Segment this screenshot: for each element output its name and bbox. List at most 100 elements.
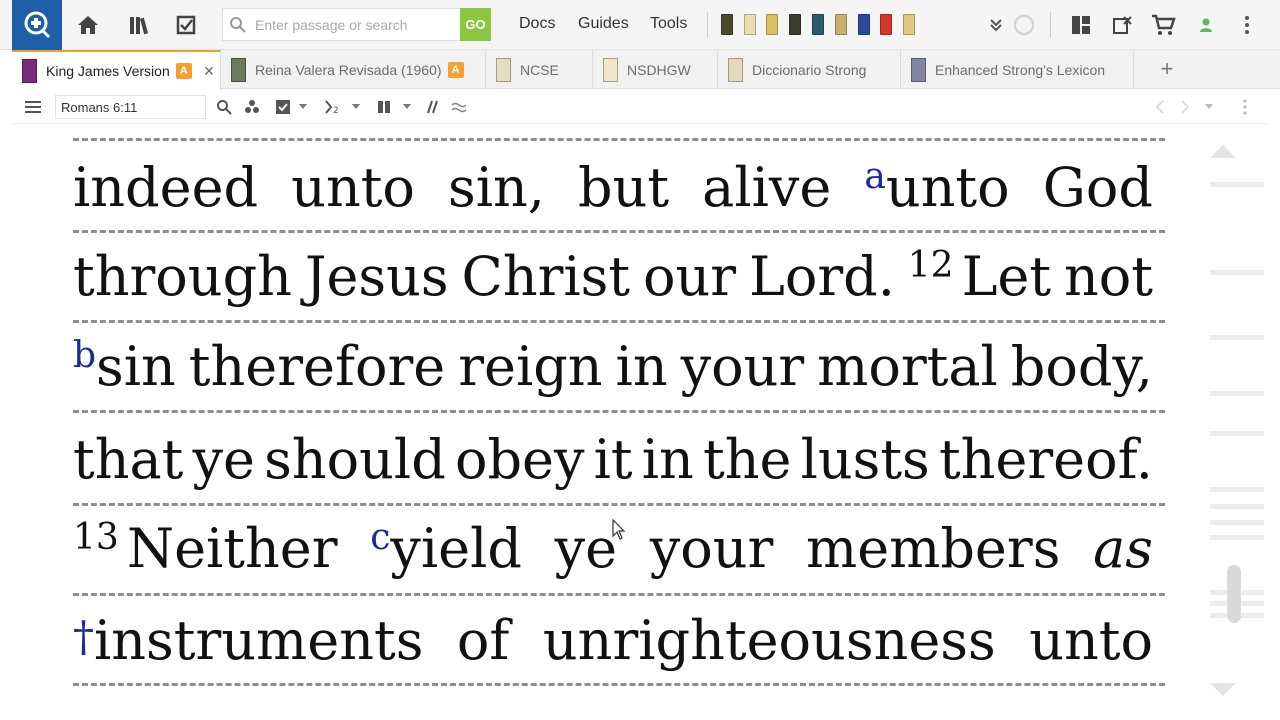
tab-nsdhgw[interactable]: NSDHGW xyxy=(593,50,718,89)
home-icon[interactable] xyxy=(75,12,101,38)
chevron-double-down-icon[interactable] xyxy=(983,12,1009,38)
pinned-book[interactable] xyxy=(812,14,824,35)
word[interactable]: of xyxy=(457,606,510,676)
word[interactable]: the xyxy=(703,425,791,495)
word[interactable]: our xyxy=(643,242,736,312)
close-panels-icon[interactable] xyxy=(1109,12,1135,38)
pinned-book[interactable] xyxy=(880,14,892,35)
word[interactable]: Lord. xyxy=(749,242,895,312)
logos-logo[interactable] xyxy=(12,0,62,50)
chevron-down-icon[interactable] xyxy=(402,98,412,116)
word[interactable]: body, xyxy=(1011,332,1153,402)
word[interactable]: unto xyxy=(1029,606,1153,676)
chevron-down-icon[interactable] xyxy=(1203,98,1215,116)
panel-more-icon[interactable] xyxy=(1240,98,1250,116)
menu-docs[interactable]: Docs xyxy=(519,15,555,33)
pinned-book[interactable] xyxy=(744,14,756,35)
reference-input[interactable] xyxy=(55,95,206,119)
word[interactable]: not xyxy=(1064,242,1153,312)
verse-number[interactable]: 12 xyxy=(908,231,954,301)
pinned-book[interactable] xyxy=(789,14,801,35)
library-icon[interactable] xyxy=(127,12,153,38)
scroll-thumb[interactable] xyxy=(1227,565,1241,623)
parallel-icon[interactable] xyxy=(422,98,440,116)
word[interactable]: ye xyxy=(555,514,617,584)
search-icon[interactable] xyxy=(215,98,233,116)
chevron-down-icon[interactable] xyxy=(298,98,308,116)
menu-guides[interactable]: Guides xyxy=(578,15,629,33)
word[interactable]: Neither xyxy=(127,514,338,584)
tab-reina-valera[interactable]: Reina Valera Revisada (1960) A xyxy=(221,50,486,89)
word[interactable]: through xyxy=(73,242,292,312)
bible-text-panel[interactable]: indeed unto sin, but alive aunto God thr… xyxy=(12,125,1268,720)
pinned-book[interactable] xyxy=(903,14,915,35)
italic-word[interactable]: as xyxy=(1093,514,1153,584)
word[interactable]: but xyxy=(578,153,669,223)
word[interactable]: your xyxy=(650,514,774,584)
add-tab-button[interactable]: + xyxy=(1155,56,1179,82)
word[interactable]: instruments xyxy=(94,606,423,676)
word[interactable]: sin, xyxy=(448,153,545,223)
verse-number[interactable]: 13 xyxy=(73,503,119,573)
word[interactable]: ye xyxy=(193,425,255,495)
word[interactable]: should xyxy=(264,425,446,495)
go-button[interactable]: GO xyxy=(460,8,491,41)
approx-icon[interactable] xyxy=(450,98,468,116)
word[interactable]: mortal xyxy=(817,332,998,402)
more-vertical-icon[interactable] xyxy=(1234,12,1260,38)
search-input[interactable] xyxy=(255,15,455,35)
word[interactable]: thereof. xyxy=(939,425,1153,495)
tab-diccionario-strong[interactable]: Diccionario Strong xyxy=(718,50,901,89)
menu-tools[interactable]: Tools xyxy=(650,15,687,33)
search-box[interactable] xyxy=(222,8,460,41)
footnote-marker[interactable]: a xyxy=(864,142,885,212)
pinned-book[interactable] xyxy=(835,14,847,35)
word[interactable]: that xyxy=(73,425,183,495)
pinned-book[interactable] xyxy=(858,14,870,35)
word[interactable]: reign xyxy=(458,332,602,402)
word[interactable]: alive xyxy=(702,153,831,223)
tab-enhanced-strongs-lexicon[interactable]: Enhanced Strong's Lexicon xyxy=(901,50,1134,89)
scroll-overview-rail[interactable] xyxy=(1196,125,1268,720)
chevron-down-icon[interactable] xyxy=(351,98,361,116)
tab-ncse[interactable]: NCSE xyxy=(486,50,593,89)
word[interactable]: in xyxy=(642,425,694,495)
word[interactable]: therefore xyxy=(189,332,445,402)
footnote-marker[interactable]: c xyxy=(370,503,390,573)
tasks-icon[interactable] xyxy=(173,12,199,38)
word[interactable]: lusts xyxy=(801,425,930,495)
word[interactable]: Jesus xyxy=(305,242,449,312)
columns-icon[interactable] xyxy=(376,98,392,116)
visual-filter-icon[interactable] xyxy=(243,98,261,116)
word[interactable]: obey xyxy=(455,425,585,495)
scroll-down-icon[interactable] xyxy=(1210,683,1236,696)
interlinear-icon[interactable]: 2 xyxy=(323,98,343,116)
tab-king-james-version[interactable]: King James Version A × xyxy=(12,50,221,90)
cart-icon[interactable] xyxy=(1150,12,1176,38)
word[interactable]: in xyxy=(616,332,668,402)
sync-icon[interactable] xyxy=(1011,12,1037,38)
panel-menu-icon[interactable] xyxy=(24,98,42,116)
word[interactable]: unrighteousness xyxy=(543,606,996,676)
check-icon[interactable] xyxy=(274,98,292,116)
footnote-marker[interactable]: b xyxy=(73,321,96,391)
word[interactable]: God xyxy=(1043,153,1153,223)
word[interactable]: indeed xyxy=(73,153,258,223)
word[interactable]: sin xyxy=(96,332,176,402)
forward-icon[interactable] xyxy=(1178,98,1192,116)
word[interactable]: unto xyxy=(291,153,415,223)
pinned-book[interactable] xyxy=(766,14,778,35)
pinned-book[interactable] xyxy=(721,14,733,35)
word[interactable]: Let xyxy=(962,242,1052,312)
word[interactable]: Christ xyxy=(462,242,631,312)
word[interactable]: unto xyxy=(886,153,1010,223)
word[interactable]: members xyxy=(806,514,1060,584)
word[interactable]: your xyxy=(681,332,805,402)
back-icon[interactable] xyxy=(1153,98,1167,116)
user-icon[interactable] xyxy=(1193,12,1219,38)
word[interactable]: it xyxy=(594,425,633,495)
layouts-icon[interactable] xyxy=(1068,12,1094,38)
scroll-up-icon[interactable] xyxy=(1210,145,1236,158)
close-icon[interactable]: × xyxy=(204,61,215,82)
word[interactable]: yield xyxy=(390,514,522,584)
